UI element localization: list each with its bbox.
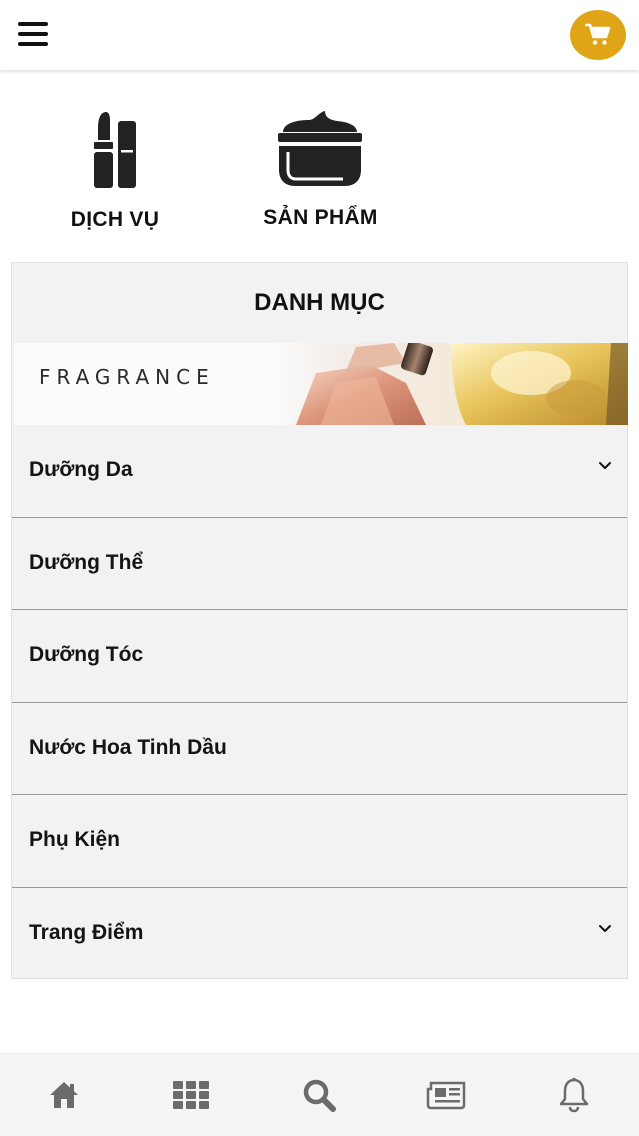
tab-san-pham[interactable]: SẢN PHẨM xyxy=(218,70,423,250)
category-item[interactable]: Trang Điểm xyxy=(12,888,627,981)
tab-bar: DỊCH VỤ SẢN PHẨM xyxy=(0,70,639,317)
cream-jar-icon xyxy=(278,111,362,186)
chevron-down-icon[interactable] xyxy=(597,459,613,473)
category-label: Dưỡng Tóc xyxy=(29,643,144,666)
category-item[interactable]: Dưỡng Thể xyxy=(12,518,627,610)
category-label: Trang Điểm xyxy=(29,920,144,944)
nav-categories-button[interactable] xyxy=(169,1074,213,1116)
category-label: Nước Hoa Tinh Dầu xyxy=(29,735,227,759)
top-bar xyxy=(0,0,639,70)
tab-san-pham-label: SẢN PHẨM xyxy=(263,206,378,229)
category-panel: DANH MỤC FRAGRANCE Dưỡng Da Dưỡng Thể Dư… xyxy=(11,262,628,979)
home-icon xyxy=(50,1082,78,1108)
category-item[interactable]: Dưỡng Tóc xyxy=(12,610,627,703)
news-icon xyxy=(426,1081,466,1110)
nav-news-button[interactable] xyxy=(424,1074,468,1116)
category-item[interactable]: Nước Hoa Tinh Dầu xyxy=(12,703,627,795)
grid-icon xyxy=(173,1081,209,1109)
nav-search-button[interactable] xyxy=(297,1074,341,1116)
category-label: Phụ Kiện xyxy=(29,828,121,851)
bottom-navigation xyxy=(0,1053,639,1136)
cart-button[interactable] xyxy=(570,10,626,60)
shopping-cart-icon xyxy=(585,23,611,45)
hamburger-menu-icon[interactable] xyxy=(18,22,48,48)
perfume-bottle-image xyxy=(276,343,628,425)
search-icon xyxy=(303,1079,336,1112)
fragrance-banner[interactable]: FRAGRANCE xyxy=(14,343,628,425)
panel-title: DANH MỤC xyxy=(254,289,385,316)
category-label: Dưỡng Da xyxy=(29,458,133,481)
category-label: Dưỡng Thể xyxy=(29,550,144,574)
category-item[interactable]: Phụ Kiện xyxy=(12,795,627,888)
lipstick-icon xyxy=(94,112,136,188)
menu-bar-line xyxy=(18,22,48,26)
category-item[interactable]: Dưỡng Da xyxy=(12,425,627,518)
tab-dich-vu-label: DỊCH VỤ xyxy=(70,208,160,231)
menu-bar-line xyxy=(18,42,48,46)
menu-bar-line xyxy=(18,32,48,36)
banner-text: FRAGRANCE xyxy=(39,365,215,389)
category-list: Dưỡng Da Dưỡng Thể Dưỡng Tóc Nước Hoa Tinh … xyxy=(12,425,627,980)
bell-icon xyxy=(559,1077,589,1113)
tab-dich-vu[interactable]: DỊCH VỤ xyxy=(30,70,200,250)
nav-notifications-button[interactable] xyxy=(552,1074,596,1116)
chevron-down-icon[interactable] xyxy=(597,922,613,936)
nav-home-button[interactable] xyxy=(42,1074,86,1116)
